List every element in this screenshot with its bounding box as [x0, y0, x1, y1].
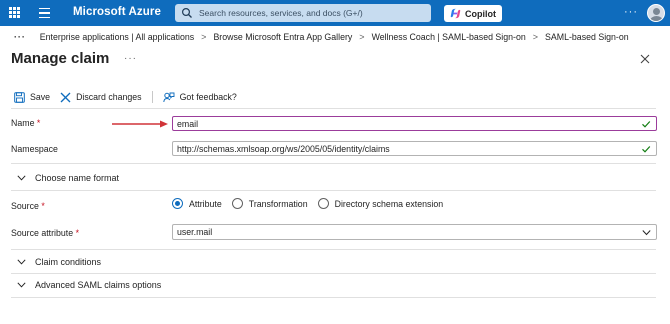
- breadcrumb-separator: >: [359, 32, 365, 42]
- breadcrumb-item-enterprise-apps[interactable]: Enterprise applications | All applicatio…: [40, 32, 194, 42]
- title-more-icon[interactable]: ···: [124, 53, 137, 64]
- chevron-down-icon: [17, 259, 26, 265]
- breadcrumb: ··· Enterprise applications | All applic…: [14, 31, 629, 43]
- source-radio-attribute[interactable]: Attribute: [172, 198, 222, 209]
- portal-menu-icon[interactable]: [39, 8, 50, 18]
- valid-check-icon: [642, 146, 651, 153]
- app-launcher-icon[interactable]: [9, 7, 20, 18]
- feedback-icon: [162, 92, 175, 102]
- namespace-label: Namespace: [11, 144, 58, 154]
- radio-label: Directory schema extension: [334, 198, 444, 209]
- copilot-icon: [450, 8, 461, 19]
- source-label: Source *: [11, 201, 45, 211]
- radio-label: Attribute: [189, 198, 222, 209]
- close-icon[interactable]: [640, 54, 650, 64]
- breadcrumb-separator: >: [201, 32, 207, 42]
- radio-button[interactable]: [231, 198, 243, 209]
- discard-changes-button[interactable]: Discard changes: [60, 92, 142, 103]
- choose-name-format-label: Choose name format: [35, 173, 120, 183]
- source-attribute-value: user.mail: [177, 227, 213, 237]
- radio-label: Transformation: [248, 198, 308, 209]
- claim-conditions-toggle[interactable]: Claim conditions: [17, 257, 101, 267]
- advanced-saml-options-toggle[interactable]: Advanced SAML claims options: [17, 280, 161, 290]
- name-label: Name *: [11, 118, 41, 128]
- chevron-down-icon: [17, 282, 26, 288]
- page-title: Manage claim: [11, 50, 110, 67]
- settings-more-icon[interactable]: ···: [624, 6, 638, 18]
- divider: [11, 249, 656, 250]
- feedback-label: Got feedback?: [179, 92, 237, 102]
- copilot-button[interactable]: Copilot: [444, 5, 502, 22]
- required-marker: *: [41, 201, 45, 211]
- required-marker: *: [75, 228, 79, 238]
- radio-button[interactable]: [317, 198, 329, 209]
- command-bar: Save Discard changes Got feedback?: [14, 90, 247, 104]
- toolbar-divider: [151, 91, 153, 103]
- source-radio-directory-schema-extension[interactable]: Directory schema extension: [317, 198, 444, 209]
- divider: [11, 163, 656, 164]
- source-radio-group: Attribute Transformation Directory schem…: [172, 198, 453, 209]
- chevron-down-icon: [642, 230, 651, 236]
- chevron-down-icon: [17, 175, 26, 181]
- global-search[interactable]: [175, 4, 431, 22]
- name-input[interactable]: [177, 118, 617, 129]
- copilot-label: Copilot: [465, 8, 496, 19]
- required-marker: *: [36, 118, 41, 128]
- source-attribute-label: Source attribute *: [11, 228, 79, 238]
- save-icon: [14, 91, 25, 103]
- breadcrumb-overflow-button[interactable]: ···: [14, 32, 26, 42]
- feedback-button[interactable]: Got feedback?: [162, 92, 237, 103]
- valid-check-icon: [642, 121, 651, 128]
- advanced-saml-options-label: Advanced SAML claims options: [35, 280, 162, 290]
- divider: [11, 190, 656, 191]
- top-bar: Microsoft Azure Copilot ···: [0, 0, 670, 26]
- avatar[interactable]: [647, 4, 665, 22]
- name-field[interactable]: [172, 116, 657, 131]
- breadcrumb-item-wellness-coach[interactable]: Wellness Coach | SAML-based Sign-on: [372, 32, 526, 42]
- claim-conditions-label: Claim conditions: [35, 257, 102, 267]
- discard-label: Discard changes: [76, 92, 142, 102]
- brand-title[interactable]: Microsoft Azure: [73, 6, 161, 18]
- namespace-input[interactable]: [177, 143, 617, 154]
- breadcrumb-item-app-gallery[interactable]: Browse Microsoft Entra App Gallery: [213, 32, 352, 42]
- namespace-field[interactable]: [172, 141, 657, 156]
- search-icon: [181, 7, 192, 18]
- source-radio-transformation[interactable]: Transformation: [231, 198, 308, 209]
- discard-icon: [60, 92, 71, 102]
- source-attribute-dropdown[interactable]: user.mail: [172, 224, 657, 240]
- breadcrumb-item-saml-sign-on[interactable]: SAML-based Sign-on: [545, 32, 629, 42]
- divider: [11, 108, 656, 109]
- choose-name-format-toggle[interactable]: Choose name format: [17, 173, 119, 183]
- search-input[interactable]: [199, 8, 419, 18]
- save-label: Save: [30, 92, 51, 102]
- divider: [11, 273, 656, 274]
- annotation-arrow: [112, 120, 168, 128]
- radio-button[interactable]: [172, 198, 183, 209]
- breadcrumb-separator: >: [532, 32, 539, 42]
- save-button[interactable]: Save: [14, 91, 51, 103]
- divider: [11, 297, 656, 298]
